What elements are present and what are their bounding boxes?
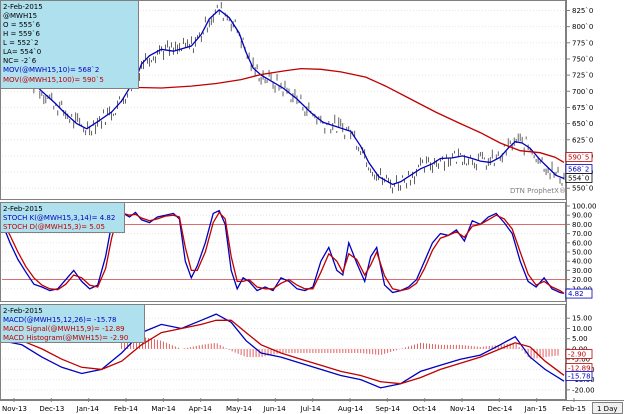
y-tick-label: 30.00 — [572, 267, 592, 275]
legend-net-change: NC= -2`6 — [3, 57, 37, 65]
watermark: DTN ProphetX® — [510, 187, 566, 195]
stoch-legend-date: 2-Feb-2015 — [3, 205, 43, 213]
x-tick-label: Sep-14 — [375, 405, 400, 413]
y-tick-label: 70.00 — [572, 230, 592, 238]
stoch-legend-d: STOCH D(@MWH15,3)= 5.05 — [3, 223, 105, 231]
x-tick-label: Nov-14 — [450, 405, 475, 413]
x-tick-label: Aug-14 — [338, 405, 364, 413]
legend-symbol: @MWH15 — [3, 12, 37, 20]
legend-ma10: MOV(@MWH15,10)= 568`2 — [3, 66, 99, 74]
x-tick-label: Nov-13 — [2, 405, 27, 413]
value-tag-label: 4.82 — [568, 290, 584, 298]
x-tick-label: Oct-14 — [413, 405, 437, 413]
value-tag-label: -2.90 — [568, 351, 586, 359]
y-tick-label: 15.00 — [572, 315, 592, 323]
y-tick-label: 80.00 — [572, 221, 592, 229]
y-tick-label: 650`0 — [572, 120, 593, 128]
legend-low: L = 552`2 — [3, 39, 39, 47]
y-tick-label: 775`0 — [572, 39, 593, 47]
value-tag-label: 568`2 — [568, 166, 589, 174]
macd-legend-date: 2-Feb-2015 — [3, 307, 43, 315]
period-button-label[interactable]: 1 Day — [597, 405, 618, 413]
y-tick-label: 10.00 — [572, 325, 592, 333]
y-tick-label: 50.00 — [572, 249, 592, 257]
y-tick-label: 40.00 — [572, 258, 592, 266]
legend-date: 2-Feb-2015 — [3, 3, 43, 11]
legend-ma100: MOV(@MWH15,100)= 590`5 — [3, 76, 104, 84]
y-tick-label: 825`0 — [572, 7, 593, 15]
value-tag-label: 554`0 — [568, 175, 589, 183]
x-tick-label: Mar-14 — [151, 405, 176, 413]
legend-last: LA= 554`0 — [3, 48, 41, 56]
y-tick-label: 800`0 — [572, 23, 593, 31]
y-tick-label: 5.00 — [572, 335, 588, 343]
x-tick-label: Jan-15 — [524, 405, 547, 413]
y-tick-label: 90.00 — [572, 212, 592, 220]
y-tick-label: 750`0 — [572, 55, 593, 63]
macd-legend-histogram: MACD Histogram(@MWH15)= -2.90 — [3, 334, 128, 342]
y-tick-label: 675`0 — [572, 104, 593, 112]
macd-legend: 2-Feb-2015 MACD(@MWH15,12,26)= -15.78 MA… — [0, 304, 145, 343]
value-tag-label: 590`5 — [568, 154, 589, 162]
x-tick-label: Dec-13 — [39, 405, 64, 413]
stoch-legend-k: STOCH K(@MWH15,3,14)= 4.82 — [3, 214, 115, 222]
y-tick-label: 625`0 — [572, 136, 593, 144]
value-tag-label: -15.78 — [568, 373, 591, 381]
x-tick-label: Jul-14 — [300, 405, 321, 413]
chart-canvas: 825`0 800`0 775`0 750`0 725`0 700`0 675`0 650`0… — [0, 0, 624, 414]
macd-legend-signal: MACD Signal(@MWH15,9)= -12.89 — [3, 325, 125, 333]
x-tick-label: Apr-14 — [189, 405, 213, 413]
x-tick-label: Jan-14 — [76, 405, 100, 413]
price-legend: 2-Feb-2015 @MWH15 O = 555`6 H = 559`6 L … — [0, 0, 139, 89]
y-tick-label: 550`0 — [572, 185, 593, 193]
legend-open: O = 555`6 — [3, 21, 41, 29]
y-tick-label: 700`0 — [572, 88, 593, 96]
y-tick-label: 20.00 — [572, 276, 592, 284]
macd-legend-macd: MACD(@MWH15,12,26)= -15.78 — [3, 316, 117, 324]
x-tick-label: Jun-14 — [262, 405, 286, 413]
y-tick-label: -20.00 — [572, 386, 595, 394]
x-tick-label: May-14 — [226, 405, 252, 413]
x-tick-label: Feb-14 — [114, 405, 138, 413]
y-tick-label: 60.00 — [572, 239, 592, 247]
x-tick-label: Feb-15 — [562, 405, 586, 413]
stochastic-legend: 2-Feb-2015 STOCH K(@MWH15,3,14)= 4.82 ST… — [0, 202, 125, 233]
y-tick-label: 725`0 — [572, 72, 593, 80]
legend-high: H = 559`6 — [3, 30, 40, 38]
y-tick-label: 100.00 — [572, 203, 597, 211]
x-tick-label: Dec-14 — [487, 405, 513, 413]
